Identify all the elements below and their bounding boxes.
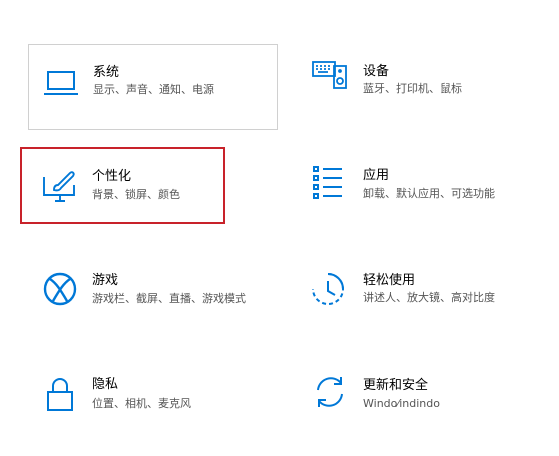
tile-title: 个性化 [92,169,132,184]
tile-description: Windo⁄indindo [363,397,440,410]
devices-icon [310,56,350,96]
tile-privacy[interactable]: 隐私 位置、相机、麦克风 [28,360,278,440]
tile-description: 显示、声音、通知、电源 [93,83,214,96]
tile-title: 设备 [363,64,390,79]
xbox-icon [40,269,80,309]
laptop-icon [41,63,81,103]
tile-description: 卸载、默认应用、可选功能 [363,187,495,200]
sync-icon [310,372,350,412]
tile-personalization[interactable]: 个性化 背景、锁屏、颜色 [20,147,225,224]
apps-list-icon [310,163,350,203]
tile-title: 应用 [363,168,390,183]
tile-description: 背景、锁屏、颜色 [92,188,180,201]
tile-description: 蓝牙、打印机、鼠标 [363,82,462,95]
tile-title: 轻松使用 [363,273,416,288]
tile-title: 更新和安全 [363,378,429,393]
tile-description: 位置、相机、麦克风 [92,397,191,410]
tile-description: 讲述人、放大镜、高对比度 [363,291,495,304]
ease-of-access-icon [308,269,348,309]
tile-description: 游戏栏、截屏、直播、游戏模式 [92,292,246,305]
tile-title: 隐私 [92,377,119,392]
tile-gaming[interactable]: 游戏 游戏栏、截屏、直播、游戏模式 [28,255,278,335]
tile-devices[interactable]: 设备 蓝牙、打印机、鼠标 [300,44,550,130]
tile-system[interactable]: 系统 显示、声音、通知、电源 [28,44,278,130]
tile-ease-of-access[interactable]: 轻松使用 讲述人、放大镜、高对比度 [300,255,550,335]
tile-update-security[interactable]: 更新和安全 Windo⁄indindo [300,360,555,440]
lock-icon [40,374,80,414]
tile-apps[interactable]: 应用 卸载、默认应用、可选功能 [300,147,550,227]
tile-title: 系统 [93,65,120,80]
personalization-icon [40,167,80,207]
tile-title: 游戏 [92,273,119,288]
